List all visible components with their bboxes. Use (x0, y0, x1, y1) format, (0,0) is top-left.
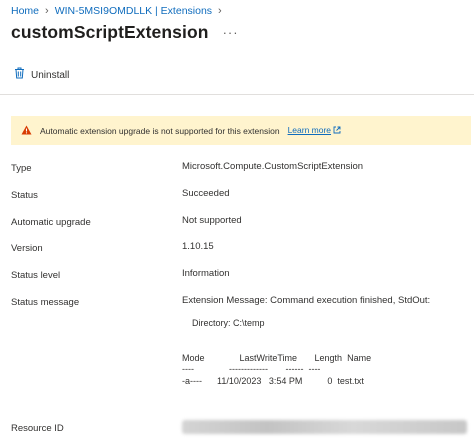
status-level-label: Status level (11, 270, 61, 281)
breadcrumb-extensions-link[interactable]: WIN-5MSI9OMDLLK | Extensions (55, 5, 212, 17)
version-value: 1.10.15 (182, 241, 214, 252)
status-message-table-row: -a---- 11/10/2023 3:54 PM 0 test.txt (182, 376, 364, 386)
breadcrumb-home-link[interactable]: Home (11, 5, 39, 17)
warning-text: Automatic extension upgrade is not suppo… (40, 125, 280, 136)
chevron-right-icon: › (45, 5, 49, 17)
breadcrumb: Home › WIN-5MSI9OMDLLK | Extensions › (11, 5, 222, 17)
type-value: Microsoft.Compute.CustomScriptExtension (182, 161, 364, 172)
status-message-label: Status message (11, 297, 80, 308)
trash-icon (14, 66, 25, 84)
status-label: Status (11, 190, 38, 201)
automatic-upgrade-value: Not supported (182, 215, 242, 226)
status-level-value: Information (182, 268, 230, 279)
resource-id-label: Resource ID (11, 423, 64, 434)
status-value: Succeeded (182, 188, 230, 199)
automatic-upgrade-label: Automatic upgrade (11, 217, 91, 228)
warning-icon (21, 125, 32, 137)
resource-id-value-redacted (182, 420, 467, 434)
learn-more-link[interactable]: Learn more (288, 125, 341, 136)
warning-banner: Automatic extension upgrade is not suppo… (11, 116, 471, 145)
status-message-line: Extension Message: Command execution fin… (182, 295, 431, 306)
external-link-icon (333, 126, 341, 136)
status-message-table-dashes: ---- ------------- ------ ---- (182, 364, 321, 374)
status-message-directory: Directory: C:\temp (182, 318, 265, 328)
uninstall-label: Uninstall (31, 69, 70, 81)
version-label: Version (11, 243, 43, 254)
type-label: Type (11, 163, 32, 174)
uninstall-button[interactable]: Uninstall (14, 66, 69, 84)
page-title: customScriptExtension (11, 22, 209, 42)
divider (0, 94, 474, 95)
more-options-button[interactable]: ··· (223, 25, 239, 40)
chevron-right-icon: › (218, 5, 222, 17)
status-message-table-header: Mode LastWriteTime Length Name (182, 353, 372, 363)
title-row: customScriptExtension ··· (11, 22, 239, 43)
